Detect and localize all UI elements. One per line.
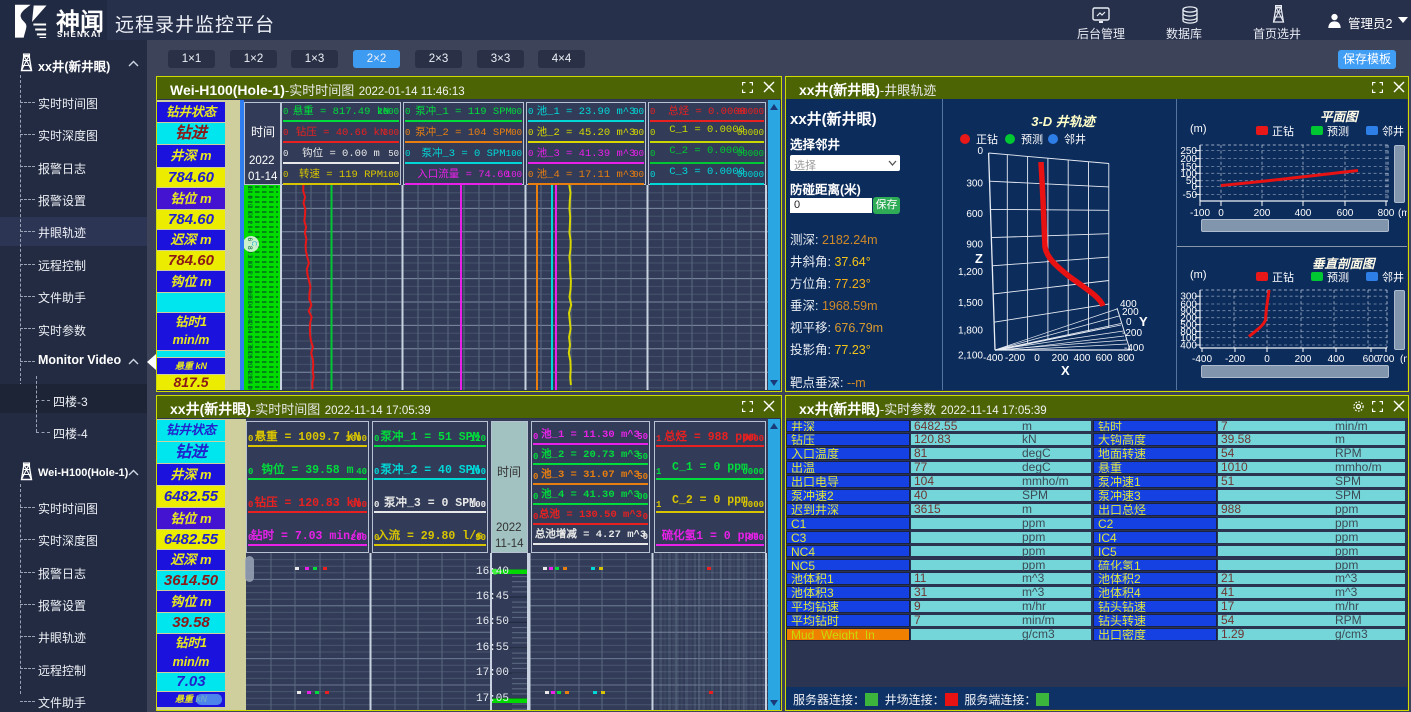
svg-text:900: 900	[966, 240, 983, 251]
svg-text:Z: Z	[975, 251, 983, 266]
svg-text:-100: -100	[1190, 208, 1210, 219]
svg-text:-200: -200	[1122, 328, 1142, 339]
svg-text:X: X	[1061, 363, 1070, 378]
svg-text:-400: -400	[1124, 343, 1144, 354]
svg-text:1,500: 1,500	[958, 298, 983, 309]
svg-text:预测: 预测	[1021, 133, 1043, 146]
svg-text:(m): (m)	[1398, 208, 1407, 219]
svg-text:0: 0	[1218, 208, 1224, 219]
svg-text:(m): (m)	[1400, 354, 1407, 365]
svg-text:600: 600	[966, 209, 983, 220]
svg-text:3-D 井轨迹: 3-D 井轨迹	[1031, 114, 1097, 129]
svg-text:2400: 2400	[1180, 341, 1197, 352]
svg-text:邻井: 邻井	[1064, 132, 1086, 146]
svg-text:600: 600	[1096, 353, 1113, 364]
svg-text:0: 0	[1264, 354, 1270, 365]
svg-text:-400: -400	[983, 353, 1003, 364]
svg-text:700: 700	[1378, 354, 1395, 365]
svg-text:6 0 2 4 6 8 7 0 2 4 6 8 8 0 2: 6 0 2 4 6 8 7 0 2 4 6 8 8 0 2 4 6	[246, 293, 253, 390]
svg-text:800: 800	[1378, 208, 1395, 219]
svg-text:400: 400	[1074, 353, 1091, 364]
svg-text:400: 400	[1328, 354, 1345, 365]
svg-text:正钻: 正钻	[976, 132, 998, 146]
svg-text:1,200: 1,200	[958, 267, 983, 278]
svg-text:-200: -200	[1225, 354, 1245, 365]
svg-text:400: 400	[1295, 208, 1312, 219]
svg-text:2,100: 2,100	[958, 351, 983, 362]
svg-text:800: 800	[1118, 353, 1135, 364]
svg-text:200: 200	[1295, 354, 1312, 365]
svg-text:-400: -400	[1192, 354, 1212, 365]
svg-text:0: 0	[977, 146, 983, 157]
svg-text:1,800: 1,800	[958, 326, 983, 337]
svg-text:600: 600	[1337, 208, 1354, 219]
svg-text:0: 0	[1126, 317, 1132, 328]
svg-text:-50: -50	[1183, 190, 1198, 201]
svg-text:Y: Y	[1139, 314, 1148, 329]
svg-text:0: 0	[1034, 353, 1040, 364]
svg-text:-200: -200	[1005, 353, 1025, 364]
svg-text:200: 200	[1254, 208, 1271, 219]
svg-text:300: 300	[966, 179, 983, 190]
